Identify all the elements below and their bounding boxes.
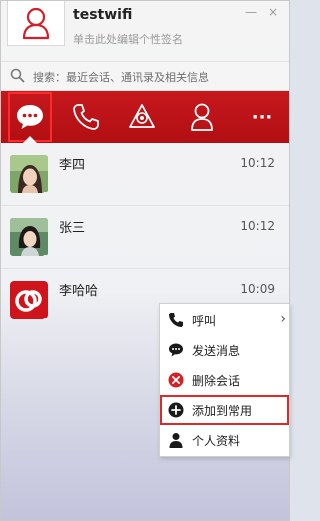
message-icon (169, 343, 183, 357)
profile-header: testwifi 单击此处编辑个性签名 — × (1, 1, 291, 57)
profile-icon (169, 433, 183, 448)
contact-name: 张三 (59, 221, 86, 236)
menu-item-label: 添加到常用 (192, 404, 253, 418)
contact-person-icon (191, 103, 213, 131)
context-menu: 呼叫 › 发送消息 删除会话 添加到常用 个人资料 (159, 303, 290, 457)
main-tab-bar: ··· (1, 91, 289, 143)
add-icon (168, 402, 184, 418)
chat-bubble-icon (17, 105, 43, 129)
contact-name: 李四 (59, 158, 86, 173)
menu-item-label: 呼叫 (192, 314, 217, 328)
menu-item-profile[interactable]: 个人资料 (160, 425, 289, 455)
menu-item-delete-conversation[interactable]: 删除会话 (160, 365, 289, 395)
username[interactable]: testwifi (73, 7, 132, 23)
phone-icon (169, 313, 183, 327)
submenu-arrow-icon: › (280, 311, 286, 327)
default-avatar-icon (22, 7, 50, 40)
tab-contacts[interactable] (179, 91, 225, 143)
contact-avatar (10, 155, 48, 193)
device-status-icon (43, 192, 48, 193)
tab-calls[interactable] (63, 91, 109, 143)
menu-item-label: 删除会话 (192, 374, 241, 388)
delete-icon (168, 372, 184, 388)
device-status-icon (43, 255, 48, 256)
menu-item-send-message[interactable]: 发送消息 (160, 335, 289, 365)
contact-name: 李哈哈 (59, 284, 99, 299)
conversation-row[interactable]: 李四 10:12 (1, 143, 289, 206)
active-tab-indicator (23, 136, 37, 143)
message-time: 10:12 (240, 156, 275, 170)
tab-more[interactable]: ··· (239, 91, 285, 143)
close-button[interactable]: × (268, 5, 278, 19)
menu-item-label: 个人资料 (192, 434, 241, 448)
contact-avatar (10, 218, 48, 256)
menu-item-label: 发送消息 (192, 344, 241, 358)
minimize-button[interactable]: — (245, 5, 257, 19)
tab-messages[interactable] (7, 91, 53, 143)
message-time: 10:09 (240, 282, 275, 296)
conversation-row[interactable]: 张三 10:12 (1, 206, 289, 269)
message-time: 10:12 (240, 219, 275, 233)
group-chat-icon (129, 104, 155, 128)
menu-item-add-to-favorites[interactable]: 添加到常用 (160, 395, 289, 425)
signature-edit[interactable]: 单击此处编辑个性签名 (73, 31, 183, 47)
menu-item-call[interactable]: 呼叫 › (160, 305, 289, 335)
tab-groups[interactable] (119, 91, 165, 143)
device-status-icon (43, 318, 48, 319)
app-window: testwifi 单击此处编辑个性签名 — × 搜索：最近会话、通讯录及相关信息… (0, 0, 290, 521)
user-avatar[interactable] (7, 1, 65, 46)
search-input[interactable] (31, 66, 285, 88)
more-icon: ··· (251, 106, 273, 128)
phone-icon (73, 104, 99, 130)
contact-avatar (10, 281, 48, 319)
search-icon (10, 68, 25, 83)
search-bar (1, 61, 289, 91)
